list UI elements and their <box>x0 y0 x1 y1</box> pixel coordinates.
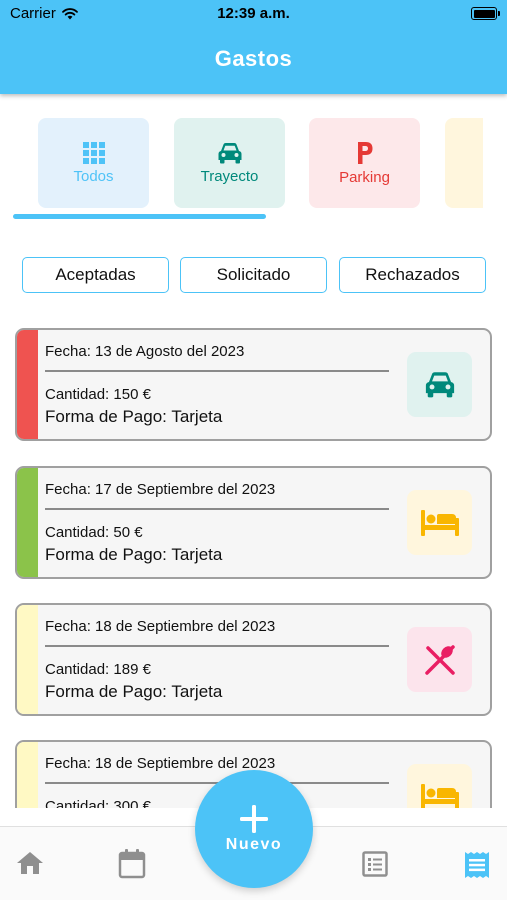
car-icon <box>425 372 454 398</box>
expense-category-badge <box>407 490 472 555</box>
car-icon <box>218 142 241 163</box>
app-header: Carrier 12:39 a.m. Gastos <box>0 0 507 94</box>
filter-solicitado-button[interactable]: Solicitado <box>180 257 327 293</box>
app-screen: Carrier 12:39 a.m. Gastos Todos Trayecto… <box>0 0 507 900</box>
status-strip <box>17 468 38 577</box>
divider <box>45 645 389 647</box>
list-icon <box>362 851 388 877</box>
tab-list[interactable] <box>362 851 388 882</box>
new-expense-label: Nuevo <box>225 836 283 853</box>
category-label: Trayecto <box>200 167 259 185</box>
filter-rechazados-button[interactable]: Rechazados <box>339 257 486 293</box>
expense-payment: Forma de Pago: Tarjeta <box>45 407 223 426</box>
expense-payment: Forma de Pago: Tarjeta <box>45 682 223 701</box>
category-parking[interactable]: Parking <box>309 118 420 208</box>
status-strip <box>17 742 38 808</box>
bed-icon <box>420 509 459 536</box>
category-label: Parking <box>339 168 390 186</box>
expense-category-badge <box>407 352 472 417</box>
tab-calendar[interactable] <box>118 849 146 884</box>
expense-date: Fecha: 17 de Septiembre del 2023 <box>45 481 276 498</box>
status-strip <box>17 605 38 714</box>
expense-date: Fecha: 18 de Septiembre del 2023 <box>45 618 276 635</box>
battery-icon <box>471 7 500 20</box>
category-carousel[interactable]: Todos Trayecto Parking <box>0 118 483 210</box>
page-title: Gastos <box>214 46 293 71</box>
category-label: Todos <box>73 167 114 185</box>
restaurant-icon <box>424 644 455 675</box>
expense-amount: Cantidad: 189 € <box>45 661 151 678</box>
expense-payment: Forma de Pago: Tarjeta <box>45 545 223 564</box>
category-scroll-indicator <box>13 214 266 219</box>
filter-aceptadas-button[interactable]: Aceptadas <box>22 257 169 293</box>
divider <box>45 370 389 372</box>
expense-card[interactable]: Fecha: 18 de Septiembre del 2023 Cantida… <box>15 603 492 716</box>
expense-date: Fecha: 13 de Agosto del 2023 <box>45 343 245 360</box>
category-todos[interactable]: Todos <box>38 118 149 208</box>
expense-amount: Cantidad: 300 € <box>45 798 151 808</box>
plus-icon <box>240 805 268 833</box>
tab-home[interactable] <box>16 851 44 880</box>
expense-category-badge <box>407 627 472 692</box>
expense-list[interactable]: Fecha: 13 de Agosto del 2023 Cantidad: 1… <box>0 328 507 808</box>
divider <box>45 508 389 510</box>
status-bar-time: 12:39 a.m. <box>217 5 290 22</box>
expense-card[interactable]: Fecha: 17 de Septiembre del 2023 Cantida… <box>15 466 492 579</box>
category-trayecto[interactable]: Trayecto <box>174 118 285 208</box>
parking-icon <box>357 141 372 164</box>
new-expense-button[interactable]: Nuevo <box>195 770 313 888</box>
status-strip <box>17 330 38 439</box>
expense-amount: Cantidad: 50 € <box>45 524 143 541</box>
tab-receipt[interactable] <box>464 851 490 884</box>
grid-icon <box>82 141 105 164</box>
bed-icon <box>420 783 459 808</box>
calendar-icon <box>118 849 146 879</box>
expense-amount: Cantidad: 150 € <box>45 386 151 403</box>
receipt-icon <box>465 852 489 878</box>
home-icon <box>17 852 43 874</box>
expense-date: Fecha: 18 de Septiembre del 2023 <box>45 755 276 772</box>
category-partial[interactable] <box>445 118 483 208</box>
expense-card[interactable]: Fecha: 13 de Agosto del 2023 Cantidad: 1… <box>15 328 492 441</box>
expense-category-badge <box>407 764 472 808</box>
